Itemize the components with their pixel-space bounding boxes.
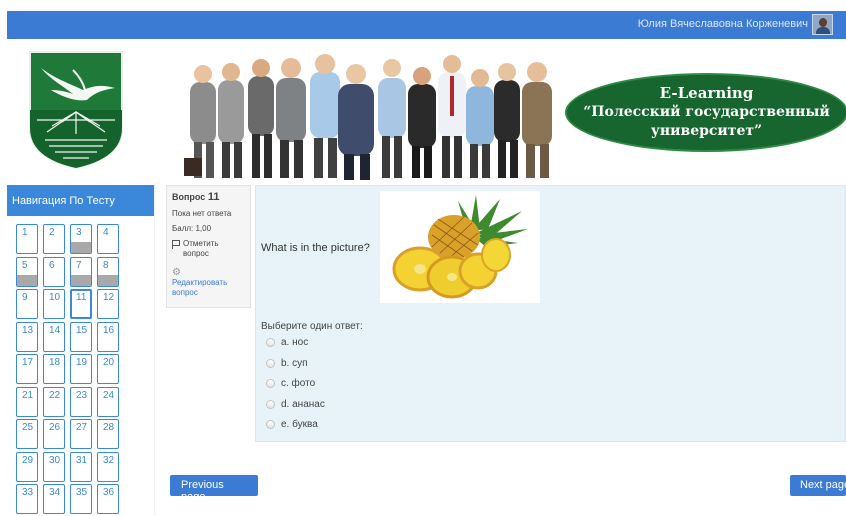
answer-radio[interactable] (266, 420, 275, 429)
previous-page-button[interactable]: Previous page (170, 475, 258, 503)
question-nav-button[interactable]: 30 (43, 451, 65, 482)
flag-question-button[interactable]: Отметить вопрос (172, 239, 245, 259)
pineapple-image (380, 191, 540, 303)
question-nav-button[interactable]: 4 (97, 224, 119, 254)
question-nav-button[interactable]: 16 (97, 321, 119, 352)
question-nav-button[interactable]: 34 (43, 484, 65, 514)
staff-group-photo (178, 54, 570, 180)
university-emblem-logo (29, 51, 123, 170)
question-nav-button[interactable]: 8 (97, 256, 119, 287)
question-nav-button[interactable]: 25 (16, 419, 38, 449)
question-nav-button[interactable]: 15 (70, 321, 92, 352)
question-nav-button[interactable]: 3 (70, 224, 92, 254)
flag-icon (172, 240, 180, 249)
gear-icon[interactable]: ⚙ (172, 267, 245, 278)
question-nav-button[interactable]: 6 (43, 256, 65, 287)
top-bar: Юлия Вячеславовна Корженевич (7, 11, 846, 39)
question-nav-button[interactable]: 5 (16, 256, 38, 287)
answered-marker (17, 274, 37, 286)
answered-marker (71, 242, 91, 253)
question-nav-button[interactable]: 24 (97, 386, 119, 417)
answer-radio[interactable] (266, 399, 275, 409)
question-number-label: Вопрос 11 (172, 191, 220, 203)
question-nav-button[interactable]: 23 (70, 386, 92, 417)
answer-radio[interactable] (266, 338, 275, 347)
question-text: What is in the picture? (261, 242, 370, 254)
question-nav-button[interactable]: 7 (70, 256, 92, 287)
quiz-navigation-panel: Навигация По Тесту 1 2 3 4 5 6 7 8 9 10 11 12 13 14 15… (7, 185, 155, 516)
question-nav-button[interactable]: 22 (43, 386, 65, 417)
answer-option[interactable]: b. суп (266, 358, 308, 369)
question-nav-button[interactable]: 10 (43, 289, 65, 319)
question-nav-button[interactable]: 26 (43, 419, 65, 449)
user-name[interactable]: Юлия Вячеславовна Корженевич (638, 18, 808, 30)
answer-status: Пока нет ответа (172, 209, 232, 218)
answer-label: b. суп (281, 357, 308, 369)
question-nav-button[interactable]: 12 (97, 289, 119, 319)
answer-label: e. буква (281, 419, 318, 430)
answered-marker (71, 274, 91, 286)
question-info-box: Вопрос 11 Пока нет ответа Балл: 1,00 Отм… (166, 185, 251, 308)
question-nav-button[interactable]: 13 (16, 321, 38, 352)
edit-question-link[interactable]: Редактировать вопрос (172, 278, 245, 298)
answer-option[interactable]: a. нос (266, 337, 308, 348)
question-panel: What is in the picture? Выберите один от… (255, 185, 846, 442)
question-nav-button[interactable]: 19 (70, 354, 92, 384)
question-nav-button[interactable]: 2 (43, 224, 65, 254)
question-nav-button[interactable]: 31 (70, 451, 92, 482)
question-nav-button[interactable]: 9 (16, 289, 38, 319)
question-score: Балл: 1,00 (172, 224, 212, 233)
question-nav-button[interactable]: 17 (16, 354, 38, 384)
question-nav-button[interactable]: 18 (43, 354, 65, 384)
quiz-navigation-header: Навигация По Тесту (7, 185, 154, 216)
question-nav-button[interactable]: 20 (97, 354, 119, 384)
question-number: 11 (207, 191, 220, 203)
university-title-badge: E-Learning “Полесский государственный ун… (565, 73, 846, 152)
answered-marker (98, 274, 118, 286)
answer-radio[interactable] (266, 379, 275, 388)
banner-subtitle: “Полесский государственный университет” (583, 104, 830, 139)
answer-option[interactable]: e. буква (266, 419, 318, 430)
question-nav-button[interactable]: 29 (16, 451, 38, 482)
question-nav-button[interactable]: 27 (70, 419, 92, 449)
question-nav-button[interactable]: 1 (16, 224, 38, 254)
question-nav-button[interactable]: 35 (70, 484, 92, 514)
user-avatar[interactable] (812, 14, 833, 35)
answer-prompt: Выберите один ответ: (261, 321, 363, 332)
question-nav-button[interactable]: 11 (70, 289, 92, 319)
next-page-button[interactable]: Next page (790, 475, 846, 496)
answer-option[interactable]: d. ананас (266, 399, 325, 410)
question-nav-button[interactable]: 14 (43, 321, 65, 352)
question-nav-button[interactable]: 32 (97, 451, 119, 482)
question-nav-button[interactable]: 21 (16, 386, 38, 417)
answer-label: a. нос (281, 337, 309, 348)
answer-option[interactable]: c. фото (266, 378, 315, 389)
question-nav-button[interactable]: 33 (16, 484, 38, 514)
question-nav-button[interactable]: 28 (97, 419, 119, 449)
answer-label: d. ананас (281, 398, 325, 410)
banner-title: E-Learning (659, 84, 754, 102)
question-nav-button[interactable]: 36 (97, 484, 119, 514)
answer-label: c. фото (281, 378, 316, 389)
answer-radio[interactable] (266, 358, 275, 368)
flag-question-label: Отметить вопрос (183, 239, 219, 258)
